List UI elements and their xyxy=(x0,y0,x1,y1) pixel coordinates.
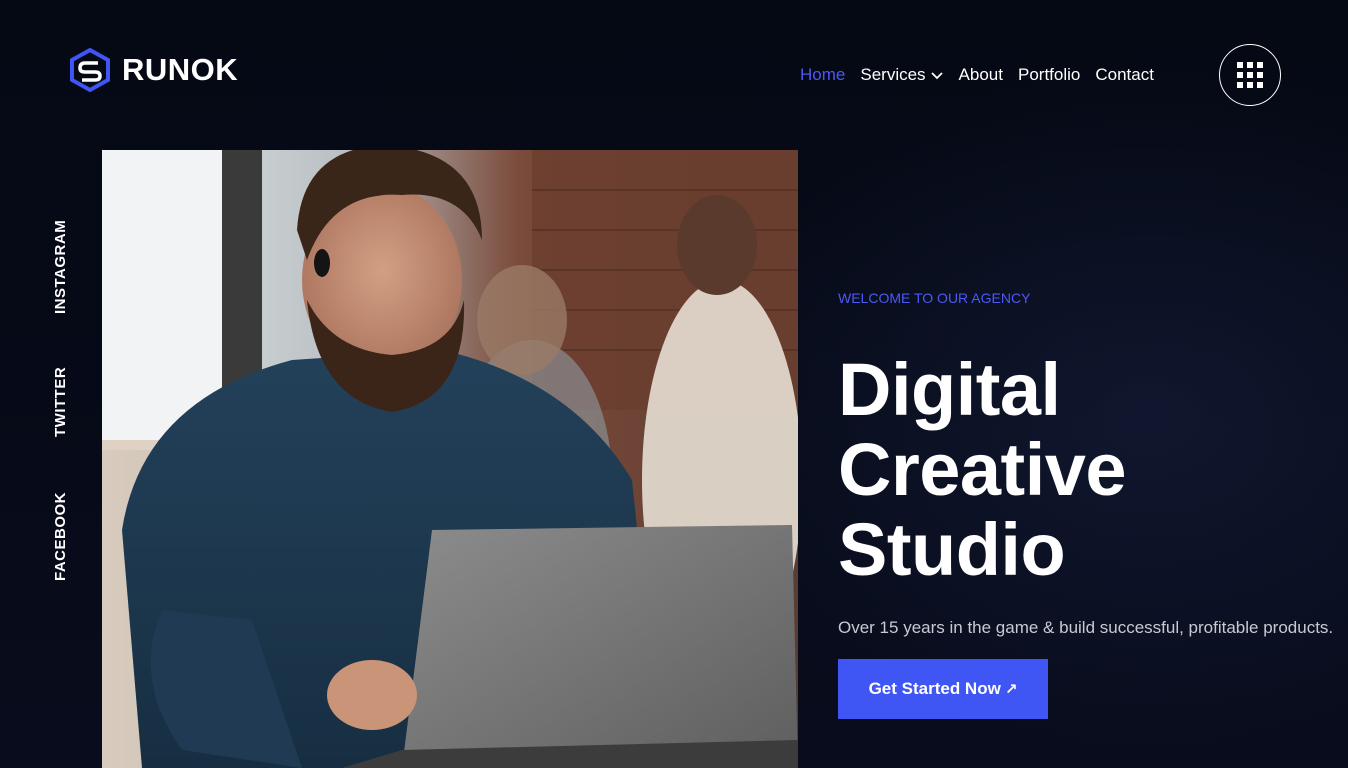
hero-title: Digital Creative Studio xyxy=(838,350,1338,590)
hero-eyebrow: WELCOME TO OUR AGENCY xyxy=(838,290,1031,306)
hero-description: Over 15 years in the game & build succes… xyxy=(838,618,1334,637)
arrow-up-right-icon: ↗ xyxy=(1004,681,1018,698)
nav-item-label: About xyxy=(958,65,1003,84)
nav-item-label: Contact xyxy=(1095,65,1154,84)
chevron-down-icon xyxy=(930,72,943,80)
get-started-button[interactable]: Get Started Now ↗ xyxy=(838,659,1048,719)
hero-title-line: Creative xyxy=(838,428,1127,511)
hero-section: WELCOME TO OUR AGENCY Digital Creative S… xyxy=(838,290,1338,719)
site-header: RUNOK Home Services About Portfolio Cont… xyxy=(0,0,1348,150)
hero-photo xyxy=(102,150,798,768)
nav-item-contact[interactable]: Contact xyxy=(1095,65,1154,85)
hexagon-s-logo-icon xyxy=(70,48,110,92)
social-link-facebook[interactable]: FACEBOOK xyxy=(52,492,69,581)
nav-item-label: Home xyxy=(800,65,846,84)
menu-toggle-button[interactable] xyxy=(1219,44,1281,106)
nav-item-label: Services xyxy=(860,65,926,84)
nav-item-portfolio[interactable]: Portfolio xyxy=(1018,65,1080,85)
nav-item-about[interactable]: About xyxy=(959,65,1003,85)
social-link-instagram[interactable]: INSTAGRAM xyxy=(52,220,69,314)
grid-menu-icon xyxy=(1237,62,1263,88)
brand-name: RUNOK xyxy=(122,52,239,87)
man-with-laptop-photo xyxy=(102,150,798,768)
social-sidebar: INSTAGRAM TWITTER FACEBOOK xyxy=(0,150,102,768)
nav-item-services[interactable]: Services xyxy=(860,65,943,85)
hero-title-line: Studio xyxy=(838,508,1066,591)
hero-title-line: Digital xyxy=(838,348,1061,431)
brand-logo[interactable]: RUNOK xyxy=(68,48,238,92)
nav-item-home[interactable]: Home xyxy=(800,65,845,85)
social-link-twitter[interactable]: TWITTER xyxy=(52,367,69,437)
cta-label: Get Started Now xyxy=(868,679,1001,698)
nav-item-label: Portfolio xyxy=(1017,65,1081,84)
main-nav: Home Services About Portfolio Contact xyxy=(800,64,1169,86)
